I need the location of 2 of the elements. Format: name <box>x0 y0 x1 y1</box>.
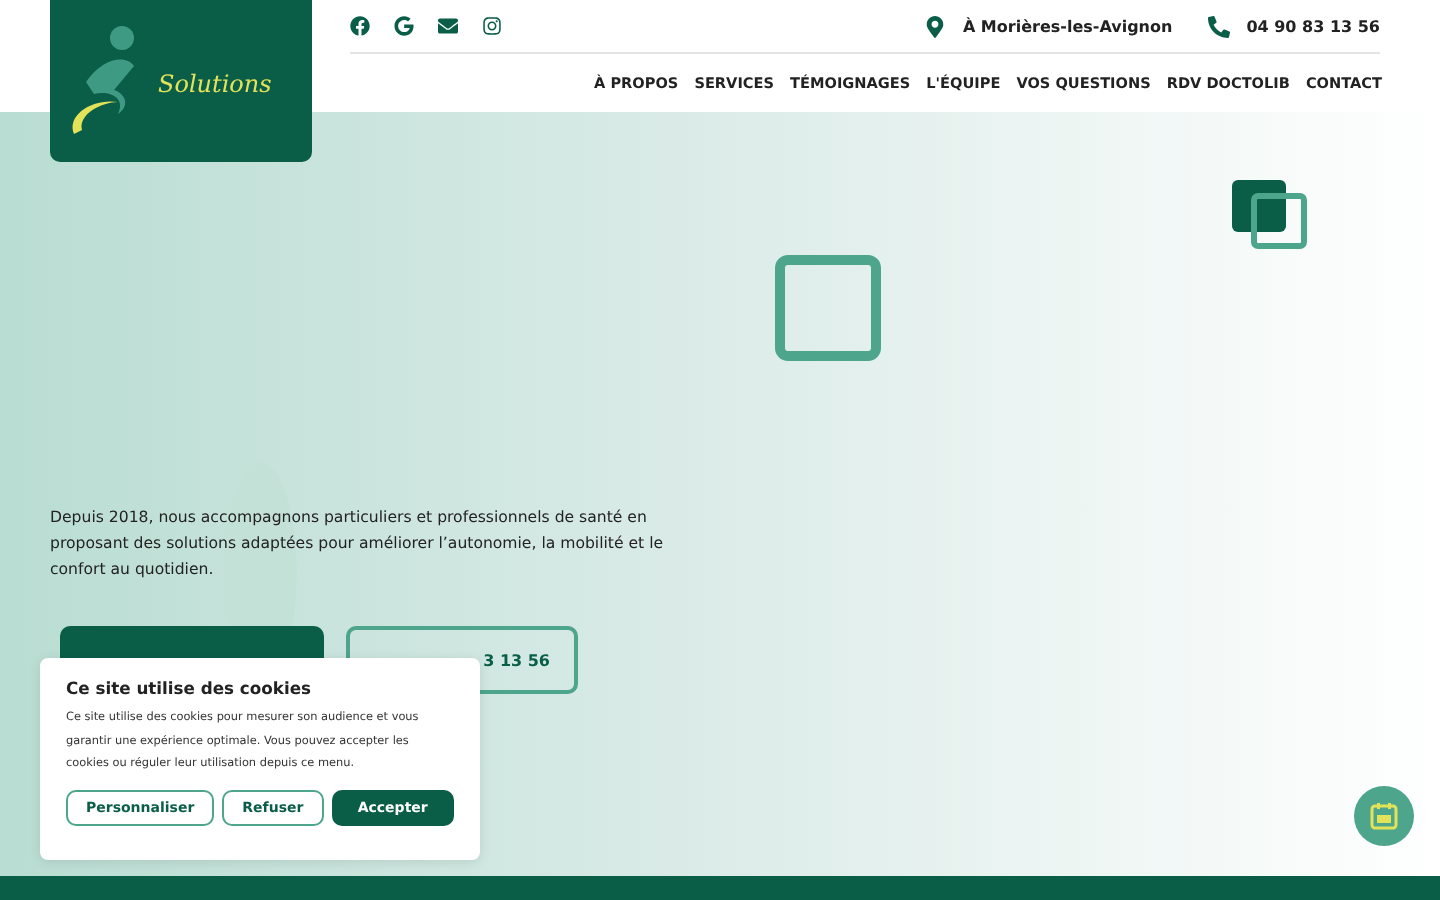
logo-text: Solutions <box>158 69 272 97</box>
cookie-title: Ce site utilise des cookies <box>66 678 314 698</box>
